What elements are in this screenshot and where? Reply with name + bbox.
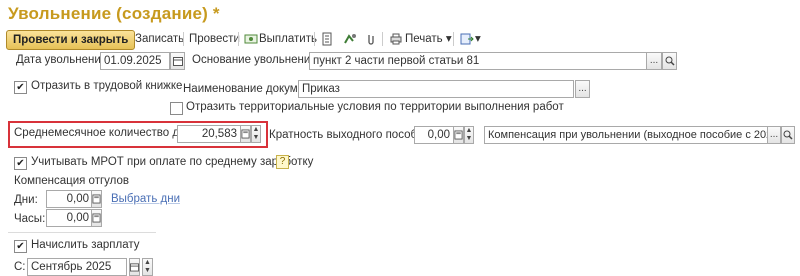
print-button[interactable]: Печать ▾ <box>405 30 452 48</box>
calculator-button[interactable] <box>453 126 464 144</box>
spin-button[interactable]: ▲ ▼ <box>251 125 261 143</box>
calculator-button[interactable] <box>91 190 102 208</box>
spin-button[interactable]: ▲ ▼ <box>142 258 153 276</box>
mrot-checkbox[interactable]: ✔ <box>14 157 27 170</box>
hours-field[interactable]: 0,00 <box>46 209 93 227</box>
dismissal-basis-label: Основание увольнения: <box>192 54 320 66</box>
post-and-close-button[interactable]: Провести и закрыть <box>6 30 136 50</box>
calculator-icon <box>92 213 101 223</box>
multiplicity-field[interactable]: 0,00 <box>414 126 454 144</box>
accrue-label: Начислить зарплату <box>31 239 140 251</box>
select-compensation-button[interactable]: ... <box>767 126 781 144</box>
comp-section-label: Компенсация отгулов <box>14 175 129 187</box>
pay-button[interactable]: Выплатить <box>259 30 317 48</box>
select-docname-button[interactable]: ... <box>575 80 590 98</box>
toolbar: Провести и закрыть Записать Провести Вып… <box>0 29 800 51</box>
save-button[interactable]: Записать <box>135 30 184 48</box>
workbook-label: Отразить в трудовой книжке <box>31 80 183 92</box>
toolbar-separator <box>453 32 454 46</box>
hours-label: Часы: <box>14 213 46 225</box>
calculator-icon <box>454 130 463 140</box>
docname-field[interactable]: Приказ <box>298 80 574 98</box>
document-journal-icon[interactable] <box>320 32 334 46</box>
days-field[interactable]: 0,00 <box>46 190 93 208</box>
days-label: Дни: <box>14 194 38 206</box>
search-compensation-button[interactable] <box>781 126 795 144</box>
create-based-on-icon <box>460 33 474 45</box>
territorial-label: Отразить территориальные условия по терр… <box>186 101 564 113</box>
mrot-label: Учитывать МРОТ при оплате по среднему за… <box>31 156 314 168</box>
accrue-checkbox[interactable]: ✔ <box>14 240 27 253</box>
printer-icon <box>390 33 402 45</box>
toolbar-separator <box>314 32 315 46</box>
divider <box>8 232 156 233</box>
dismissal-date-label: Дата увольнения: <box>16 54 111 66</box>
payment-icon <box>244 34 258 44</box>
calendar-button[interactable] <box>129 258 140 276</box>
calculator-icon <box>241 129 250 139</box>
calendar-icon <box>173 57 183 66</box>
spin-button[interactable]: ▲ ▼ <box>464 126 474 144</box>
avg-days-label: Среднемесячное количество дней: <box>14 127 202 139</box>
calculator-icon <box>92 194 101 204</box>
search-icon <box>783 130 793 140</box>
dismissal-date-field[interactable]: 01.09.2025 <box>100 52 170 70</box>
calculator-button[interactable] <box>91 209 102 227</box>
create-based-on-menu[interactable]: ▾ <box>475 30 481 48</box>
attachment-icon[interactable] <box>364 32 378 46</box>
territorial-checkbox[interactable] <box>170 102 183 115</box>
calendar-icon <box>130 263 139 272</box>
from-month-field[interactable]: Сентябрь 2025 <box>27 258 127 276</box>
multiplicity-label: Кратность выходного пособия: <box>269 129 433 141</box>
dismissal-basis-field[interactable]: пункт 2 части первой статьи 81 <box>309 52 647 70</box>
select-basis-button[interactable]: ... <box>646 52 662 70</box>
from-label: С: <box>14 261 26 273</box>
workbook-checkbox[interactable]: ✔ <box>14 81 27 94</box>
toolbar-separator <box>238 32 239 46</box>
toolbar-separator <box>382 32 383 46</box>
search-basis-button[interactable] <box>662 52 677 70</box>
structure-icon[interactable] <box>343 32 357 46</box>
choose-days-link[interactable]: Выбрать дни <box>111 193 180 205</box>
compensation-field[interactable]: Компенсация при увольнении (выходное пос… <box>484 126 770 144</box>
toolbar-separator <box>183 32 184 46</box>
calendar-button[interactable] <box>170 52 185 70</box>
calculator-button[interactable] <box>240 125 251 143</box>
search-icon <box>665 56 675 66</box>
page-title: Увольнение (создание) * <box>8 4 220 23</box>
avg-days-field[interactable]: 20,583 <box>177 125 241 143</box>
post-button[interactable]: Провести <box>189 30 240 48</box>
help-icon[interactable]: ? <box>276 155 289 169</box>
